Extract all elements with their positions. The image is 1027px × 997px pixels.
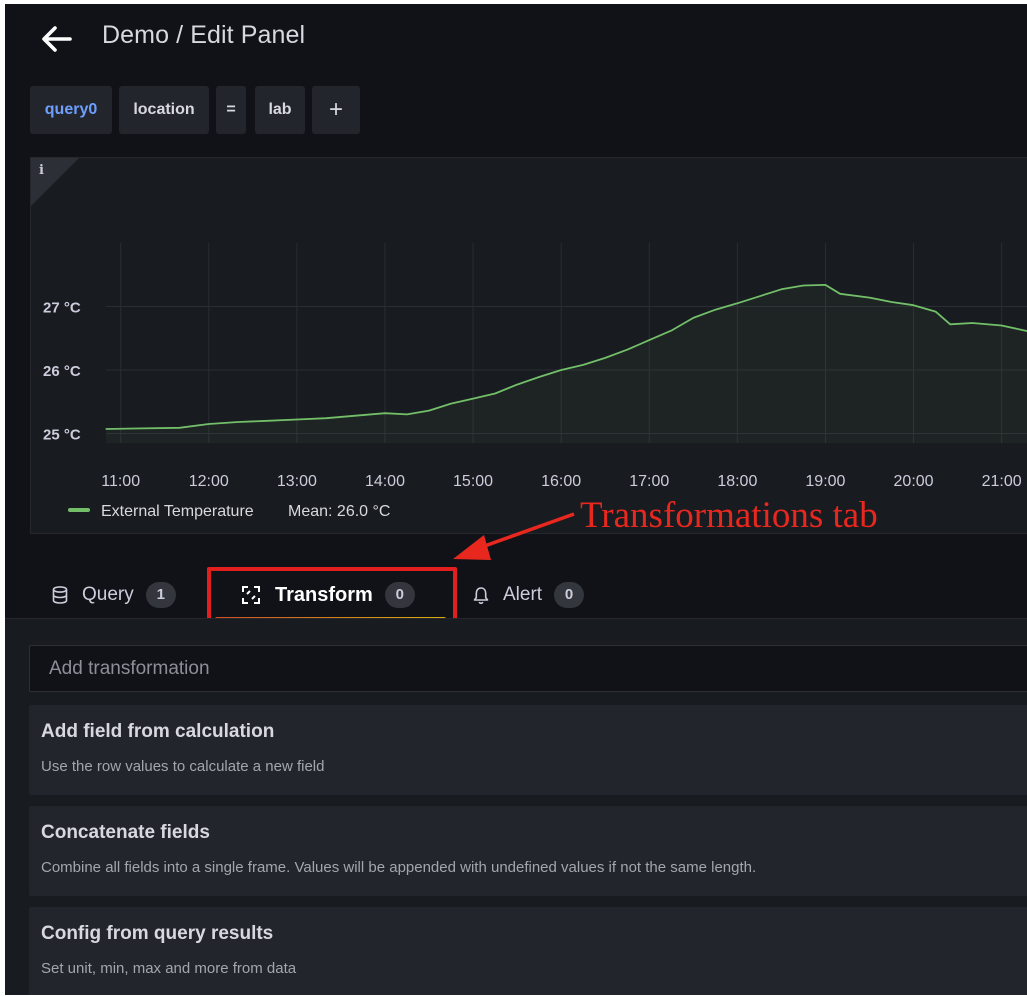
data-point: [648, 339, 650, 341]
data-point: [626, 349, 628, 351]
x-tick-label: 18:00: [717, 473, 757, 490]
edit-panel-window: Demo / Edit Panel query0 location = lab …: [5, 4, 1027, 995]
data-point: [208, 423, 210, 425]
editor-tabs: Query 1 Transform 0 Alert 0: [5, 570, 1027, 622]
tab-alert[interactable]: Alert 0: [473, 570, 585, 620]
tab-query[interactable]: Query 1: [52, 570, 176, 620]
arrow-left-icon[interactable]: [39, 22, 73, 56]
data-point: [450, 403, 452, 405]
tab-transform-label: Transform: [275, 583, 373, 606]
data-point: [494, 392, 496, 395]
data-point: [266, 420, 269, 422]
data-point: [355, 415, 357, 417]
x-tick-label: 12:00: [189, 473, 229, 490]
database-icon: [52, 586, 68, 604]
transformation-title: Add field from calculation: [41, 721, 275, 742]
x-tick-label: 11:00: [101, 473, 140, 490]
data-point: [428, 410, 430, 412]
label-value-chip[interactable]: lab: [255, 86, 305, 134]
operator-chip[interactable]: =: [216, 86, 246, 134]
label-key-chip[interactable]: location: [119, 86, 209, 134]
x-tick-label: 17:00: [629, 473, 669, 490]
data-point: [824, 284, 827, 286]
query-ref-chip[interactable]: query0: [30, 86, 112, 134]
y-tick-label: 26 °C: [43, 363, 81, 380]
transform-icon: [242, 586, 260, 604]
transformation-description: Combine all fields into a single frame. …: [41, 859, 757, 876]
data-point: [178, 427, 181, 429]
tab-alert-count: 0: [554, 582, 585, 608]
data-point: [384, 412, 386, 414]
transformation-title: Config from query results: [41, 923, 274, 944]
data-point: [538, 376, 540, 378]
transformation-description: Set unit, min, max and more from data: [41, 960, 297, 977]
panel-preview: i 11:00 12:00 13:00 14:00 15:00 16:00 17:00 18:…: [30, 157, 1027, 534]
transformation-description: Use the row values to calculate a new fi…: [41, 758, 325, 775]
data-point: [949, 323, 951, 325]
tab-transform-count: 0: [384, 582, 415, 608]
add-transformation-input[interactable]: [29, 645, 1027, 692]
legend-stat: Mean: 26.0 °C: [288, 503, 390, 520]
data-point: [780, 288, 782, 290]
data-point: [912, 304, 915, 306]
data-point: [692, 317, 694, 319]
data-point: [714, 309, 716, 311]
tab-alert-label: Alert: [503, 584, 543, 605]
data-point: [868, 297, 871, 299]
transformation-card[interactable]: Config from query results Set unit, min,…: [29, 907, 1027, 995]
add-filter-button[interactable]: +: [312, 86, 360, 134]
data-point: [604, 357, 606, 359]
transform-editor: Add field from calculation Use the row v…: [5, 618, 1027, 995]
data-point: [516, 383, 518, 386]
data-point: [237, 421, 239, 423]
x-tick-label: 14:00: [365, 473, 405, 490]
data-point: [406, 413, 408, 416]
data-point: [296, 418, 298, 421]
data-point: [736, 302, 738, 304]
data-point: [472, 397, 474, 400]
tab-transform[interactable]: Transform 0: [241, 570, 415, 620]
data-point: [325, 417, 327, 419]
x-tick-label: 21:00: [982, 473, 1022, 490]
x-tick-label: 13:00: [277, 473, 317, 490]
bell-icon: [473, 587, 489, 604]
data-point: [971, 322, 973, 324]
y-tick-label: 27 °C: [43, 299, 81, 316]
x-tick-label: 15:00: [453, 473, 493, 490]
transformation-card[interactable]: Add field from calculation Use the row v…: [29, 705, 1027, 795]
data-point: [890, 301, 893, 303]
transformation-card[interactable]: Concatenate fields Combine all fields in…: [29, 806, 1027, 896]
y-tick-label: 25 °C: [43, 426, 81, 443]
data-point: [839, 293, 841, 295]
data-point: [105, 428, 107, 430]
x-tick-label: 20:00: [894, 473, 934, 490]
legend-label: External Temperature: [101, 503, 254, 520]
data-point: [670, 330, 672, 332]
data-point: [582, 364, 584, 366]
annotation-label: Transformations tab: [580, 495, 878, 536]
data-point: [802, 284, 805, 287]
time-series-chart: 11:00 12:00 13:00 14:00 15:00 16:00 17:00 18:00…: [43, 243, 1027, 520]
transformation-title: Concatenate fields: [41, 822, 210, 843]
page-title: Demo / Edit Panel: [102, 21, 306, 49]
series-area: [106, 284, 1027, 443]
header: Demo / Edit Panel: [5, 4, 1027, 74]
data-point: [142, 427, 144, 429]
tab-query-count: 1: [145, 582, 176, 608]
legend-swatch: [68, 508, 90, 512]
data-point: [934, 310, 937, 313]
data-point: [758, 295, 760, 297]
data-point: [1001, 324, 1003, 327]
data-point: [560, 369, 562, 371]
x-tick-label: 16:00: [541, 473, 581, 490]
tab-query-label: Query: [82, 584, 134, 605]
x-tick-label: 19:00: [805, 473, 845, 490]
